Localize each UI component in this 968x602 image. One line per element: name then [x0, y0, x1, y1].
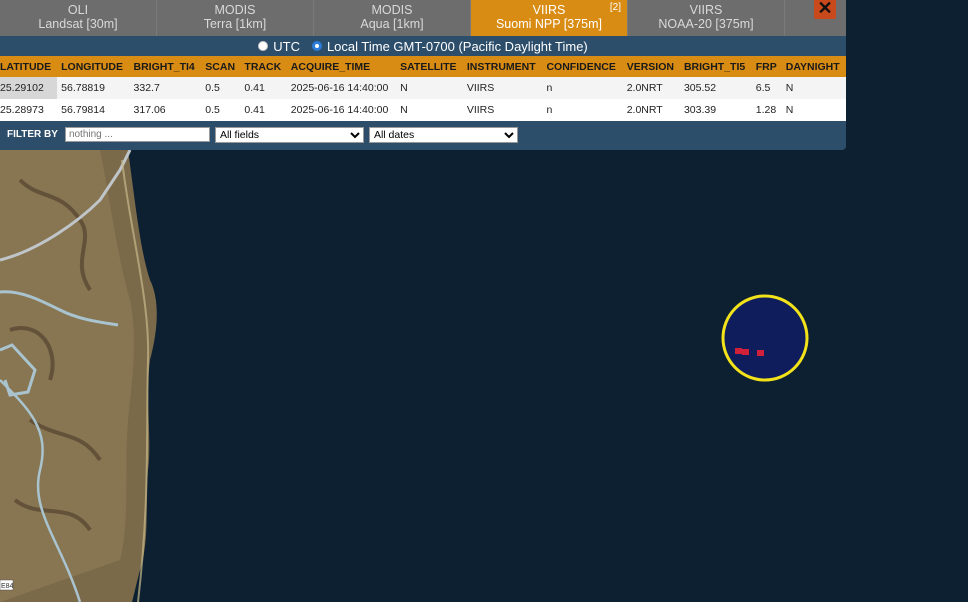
table-cell: n [542, 99, 623, 121]
radio-icon[interactable] [258, 41, 269, 51]
column-header[interactable]: DAYNIGHT [781, 56, 846, 77]
radio-selected-icon[interactable] [311, 41, 322, 51]
column-header[interactable]: INSTRUMENT [462, 56, 543, 77]
time-zone-selector: UTC Local Time GMT-0700 (Pacific Dayligh… [0, 36, 846, 56]
table-cell: 2.0NRT [622, 99, 680, 121]
table-cell: 0.41 [240, 77, 287, 99]
column-header[interactable]: LATITUDE [0, 56, 58, 77]
table-cell: 25.29102 [0, 77, 58, 99]
table-cell: 2025-06-16 14:40:00 [286, 99, 397, 121]
filter-label: FILTER BY [7, 129, 58, 140]
fire-hotspot [757, 350, 764, 356]
table-cell: 332.7 [129, 77, 202, 99]
tab-modis-aqua[interactable]: MODIS Aqua [1km] [314, 0, 471, 36]
tab-viirs-noaa20[interactable]: VIIRS NOAA-20 [375m] [628, 0, 785, 36]
column-header[interactable]: ACQUIRE_TIME [286, 56, 397, 77]
fields-select[interactable]: All fields [214, 126, 364, 143]
utc-radio[interactable]: UTC [258, 39, 300, 54]
local-time-radio[interactable]: Local Time GMT-0700 (Pacific Daylight Ti… [311, 39, 588, 54]
road-shield-label: E84 [1, 583, 14, 590]
table-cell: 2025-06-16 14:40:00 [286, 77, 397, 99]
table-cell: VIIRS [462, 99, 543, 121]
table-cell: 303.39 [679, 99, 752, 121]
table-cell: 56.78819 [57, 77, 130, 99]
column-header[interactable]: FRP [751, 56, 782, 77]
column-header[interactable]: CONFIDENCE [542, 56, 623, 77]
column-header[interactable]: SCAN [201, 56, 241, 77]
column-header[interactable]: BRIGHT_TI4 [129, 56, 202, 77]
table-cell: VIIRS [462, 77, 543, 99]
table-row[interactable]: 25.28973 56.79814 317.06 0.5 0.41 2025-06-16 … [0, 99, 846, 121]
result-count-badge: [2] [609, 2, 621, 13]
table-cell: 0.5 [201, 77, 241, 99]
table-cell: N [396, 77, 463, 99]
tab-viirs-suomi-npp[interactable]: [2] VIIRS Suomi NPP [375m] [471, 0, 628, 36]
sensor-tabs: OLI Landsat [30m] MODIS Terra [1km] MODI… [0, 0, 846, 36]
table-cell: 0.41 [240, 99, 287, 121]
column-header[interactable]: TRACK [240, 56, 287, 77]
table-cell: N [781, 99, 846, 121]
table-header-row: LATITUDE LONGITUDE BRIGHT_TI4 SCAN TRACK ACQU… [0, 56, 846, 77]
selection-circle [721, 294, 809, 382]
column-header[interactable]: BRIGHT_TI5 [679, 56, 752, 77]
tab-modis-terra[interactable]: MODIS Terra [1km] [157, 0, 314, 36]
fire-data-popup: OLI Landsat [30m] MODIS Terra [1km] MODI… [0, 0, 846, 150]
table-cell: N [781, 77, 846, 99]
filter-bar: FILTER BY All fields All dates [0, 121, 846, 148]
table-cell: 56.79814 [57, 99, 130, 121]
table-cell: n [542, 77, 623, 99]
table-cell: 2.0NRT [622, 77, 680, 99]
table-cell: 1.28 [751, 99, 782, 121]
fire-hotspot [735, 348, 742, 354]
table-row[interactable]: 25.29102 56.78819 332.7 0.5 0.41 2025-06-16 1… [0, 77, 846, 99]
column-header[interactable]: SATELLITE [396, 56, 463, 77]
dates-select[interactable]: All dates [368, 126, 518, 143]
column-header[interactable]: LONGITUDE [57, 56, 130, 77]
table-cell: 25.28973 [0, 99, 58, 121]
table-cell: 305.52 [679, 77, 752, 99]
table-cell: 317.06 [129, 99, 202, 121]
tab-oli-landsat[interactable]: OLI Landsat [30m] [0, 0, 157, 36]
fire-data-table: LATITUDE LONGITUDE BRIGHT_TI4 SCAN TRACK ACQU… [0, 56, 846, 121]
fire-hotspot [742, 349, 749, 355]
table-cell: 0.5 [201, 99, 241, 121]
table-cell: N [396, 99, 463, 121]
filter-input[interactable] [64, 127, 210, 142]
table-cell: 6.5 [751, 77, 782, 99]
column-header[interactable]: VERSION [622, 56, 680, 77]
close-icon[interactable]: ✕ [814, 0, 836, 19]
